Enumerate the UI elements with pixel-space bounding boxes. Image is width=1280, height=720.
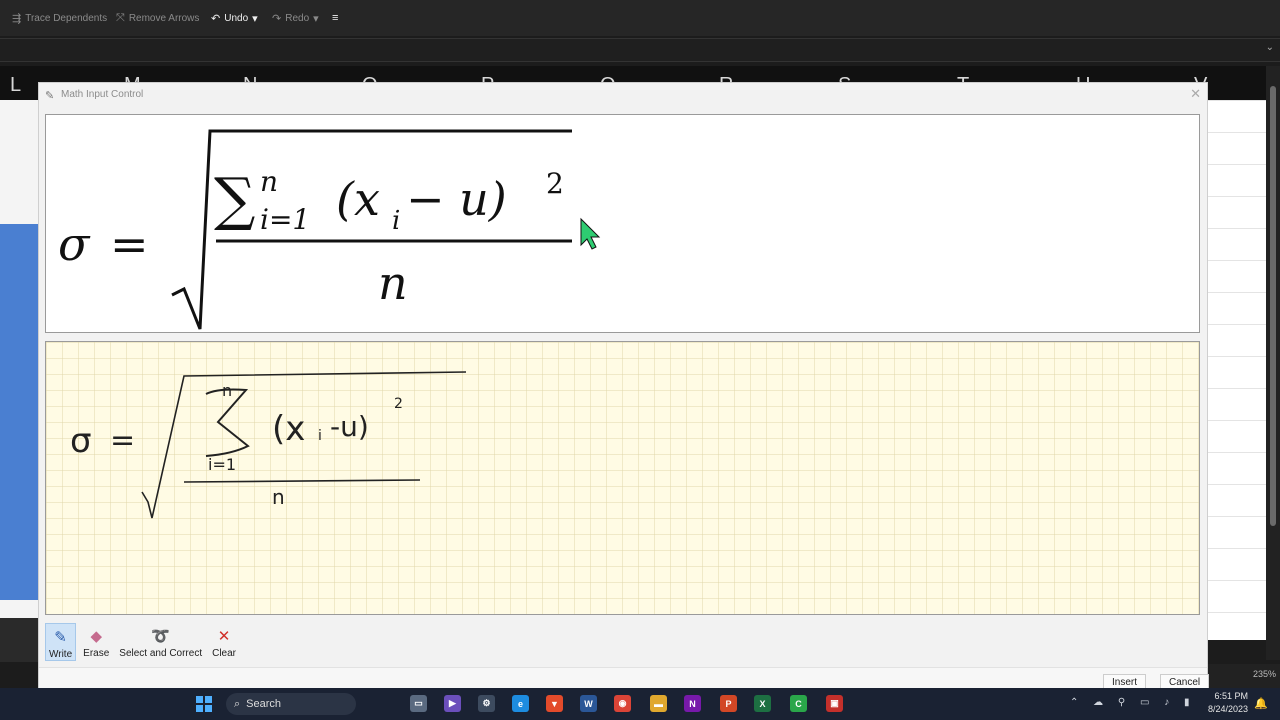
notification-bell-icon[interactable]: 🔔 (1254, 697, 1268, 710)
hand-denominator: n (272, 485, 285, 509)
system-tray[interactable]: ⌃ ☁ ⚲ ▭ ♪ ▮ (1070, 697, 1196, 708)
clear-tool-button[interactable]: ✕ Clear (209, 623, 239, 660)
undo-button[interactable]: ↶ Undo ▾ (211, 12, 258, 25)
math-input-dialog: ✎ Math Input Control ✕ σ = ∑ n i=1 (x i … (38, 82, 1210, 696)
chevron-down-icon[interactable]: ▾ (252, 12, 258, 25)
hand-exponent: 2 (394, 396, 403, 412)
preview-equals: = (110, 217, 149, 271)
trace-dependents-button[interactable]: ⇶ Trace Dependents (12, 12, 107, 25)
zoom-level[interactable]: 235% (1253, 669, 1276, 679)
formula-bar[interactable]: ⌄ (0, 38, 1280, 62)
onenote-icon[interactable]: N (684, 695, 701, 712)
trace-dependents-icon: ⇶ (12, 13, 22, 25)
hand-subscript: i (318, 428, 322, 444)
clear-icon: ✕ (217, 628, 231, 645)
preview-sum-upper: n (260, 165, 278, 198)
pen-toolbar: ✎ Write ◆ Erase ➰ Select and Correct ✕ C… (45, 623, 239, 661)
file-explorer-icon[interactable]: ▬ (650, 695, 667, 712)
sheet-tab-area (0, 618, 38, 662)
preview-formula-svg: σ = ∑ n i=1 (x i − u) 2 n (58, 129, 601, 330)
taskbar: ⌕ Search ▭ ▶ ⚙ e ▼ W ◉ ▬ N P X C ▣ ⌃ ☁ ⚲… (0, 688, 1280, 720)
redo-button[interactable]: ↷ Redo ▾ (272, 12, 319, 25)
remove-arrows-button[interactable]: ⤧ Remove Arrows (116, 12, 199, 25)
chrome-icon[interactable]: ◉ (614, 695, 631, 712)
recorder-icon[interactable]: ▣ (826, 695, 843, 712)
hand-body: (x (272, 409, 305, 449)
sheet-cells-right[interactable] (1206, 100, 1266, 640)
search-icon: ⌕ (234, 697, 241, 710)
preview-minus-u: − u) (406, 172, 507, 226)
selected-range (0, 224, 38, 600)
handwriting-svg: σ = n i=1 (x i -u) 2 n (70, 371, 467, 519)
teams-icon[interactable]: ▶ (444, 695, 461, 712)
eraser-icon: ◆ (90, 628, 102, 645)
taskbar-clock[interactable]: 6:51 PM 8/24/2023 (1196, 690, 1248, 716)
preview-exponent: 2 (546, 167, 564, 200)
preview-sum-lower: i=1 (260, 203, 310, 236)
word-icon[interactable]: W (580, 695, 597, 712)
windows-logo-icon (196, 696, 203, 703)
start-button[interactable] (196, 696, 212, 712)
chevron-down-icon[interactable]: ▾ (313, 12, 319, 25)
column-header[interactable]: L (10, 74, 21, 97)
clock-date: 8/24/2023 (1207, 704, 1248, 714)
formula-preview[interactable]: σ = ∑ n i=1 (x i − u) 2 n (45, 114, 1200, 333)
preview-denominator: n (378, 256, 408, 310)
hand-fraction-bar (183, 479, 421, 483)
hand-minus-u: -u) (330, 410, 369, 443)
preview-sigma: σ (58, 217, 91, 271)
customize-toolbar-button[interactable]: ≡ (332, 12, 338, 24)
redo-icon: ↷ (272, 13, 282, 25)
clock-time: 6:51 PM (1214, 691, 1248, 701)
math-input-icon: ✎ (45, 90, 55, 102)
edge-icon[interactable]: e (512, 695, 529, 712)
expand-formula-bar-icon[interactable]: ⌄ (1266, 42, 1274, 53)
preview-sum-symbol: ∑ (214, 165, 255, 233)
camtasia-icon[interactable]: C (790, 695, 807, 712)
dialog-title: Math Input Control (61, 89, 144, 100)
scrollbar-thumb[interactable] (1270, 86, 1276, 526)
dialog-titlebar[interactable]: ✎ Math Input Control ✕ (39, 83, 1207, 107)
handwriting-pad[interactable]: σ = n i=1 (x i -u) 2 n (45, 341, 1200, 615)
preview-numerator-open: (x (336, 172, 380, 226)
undo-icon: ↶ (211, 13, 221, 25)
write-tool-button[interactable]: ✎ Write (45, 623, 77, 661)
select-correct-tool-button[interactable]: ➰ Select and Correct (116, 623, 205, 660)
taskbar-search[interactable]: ⌕ Search (226, 693, 356, 715)
cursor-icon (580, 217, 601, 250)
hand-equals: = (110, 423, 135, 458)
excel-ribbon: ⇶ Trace Dependents ⤧ Remove Arrows ↶ Und… (0, 0, 1280, 36)
status-bar: 235% (1206, 664, 1280, 688)
more-icon: ≡ (332, 12, 339, 24)
remove-arrows-icon: ⤧ (116, 12, 125, 24)
vertical-scrollbar[interactable] (1266, 66, 1280, 660)
hand-lower: i=1 (208, 455, 236, 474)
settings-icon[interactable]: ⚙ (478, 695, 495, 712)
excel-icon[interactable]: X (754, 695, 771, 712)
task-view-icon[interactable]: ▭ (410, 695, 427, 712)
erase-tool-button[interactable]: ◆ Erase (80, 623, 112, 660)
brave-icon[interactable]: ▼ (546, 695, 563, 712)
lasso-icon: ➰ (151, 628, 171, 645)
pen-icon: ✎ (54, 629, 67, 646)
close-icon[interactable]: ✕ (1190, 86, 1201, 102)
hand-sigma: σ (70, 421, 92, 461)
powerpoint-icon[interactable]: P (720, 695, 737, 712)
preview-subscript: i (392, 206, 400, 236)
